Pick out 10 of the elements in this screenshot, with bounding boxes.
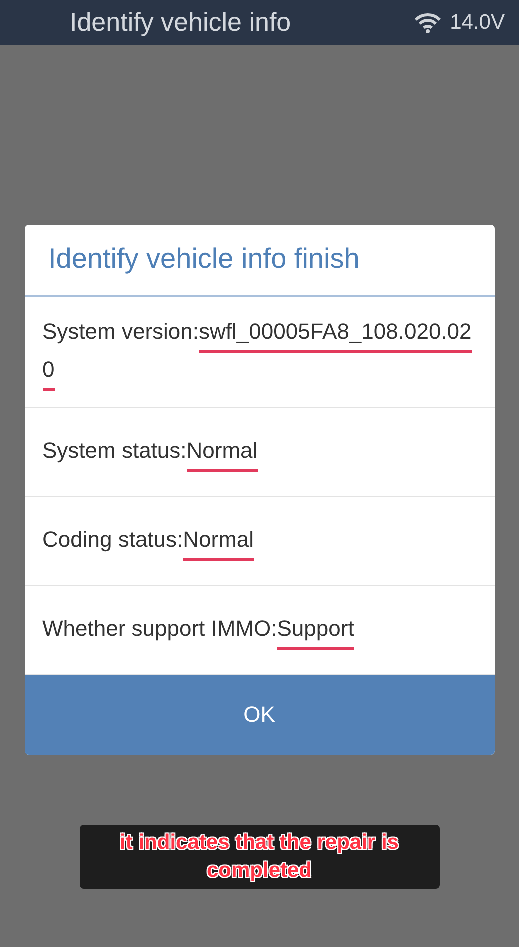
info-text: Coding status:Normal	[42, 521, 254, 559]
ok-button[interactable]: OK	[24, 675, 494, 755]
wifi-icon	[414, 12, 442, 34]
voltage-reading: 14.0V	[450, 10, 505, 34]
info-text: Whether support IMMO:Support	[42, 610, 354, 648]
info-text: System version:swfl_00005FA8_108.020.020	[42, 313, 476, 389]
screen-title: Identify vehicle info	[70, 7, 292, 38]
info-text: System status:Normal	[42, 432, 258, 470]
dialog-title: Identify vehicle info finish	[24, 225, 494, 297]
subtitle-caption: it indicates that the repair is completed	[80, 825, 440, 889]
